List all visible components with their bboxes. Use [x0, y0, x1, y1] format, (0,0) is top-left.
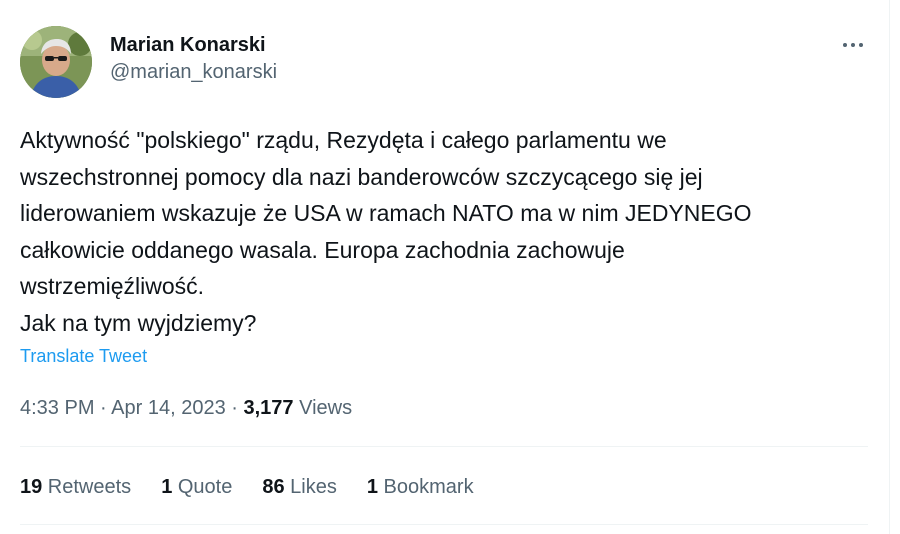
right-border — [889, 0, 890, 534]
user-handle[interactable]: @marian_konarski — [110, 60, 277, 84]
profile-photo-icon — [20, 26, 92, 98]
avatar[interactable] — [20, 26, 92, 98]
display-name[interactable]: Marian Konarski — [110, 33, 277, 57]
views-count: 3,177 — [243, 397, 294, 419]
bookmarks-count: 1 — [366, 476, 378, 498]
more-horizontal-icon-dot — [859, 43, 863, 47]
divider-bottom — [20, 524, 868, 525]
retweets-label: Retweets — [42, 476, 132, 498]
tweet-header: Marian Konarski @marian_konarski — [20, 26, 870, 98]
retweets-stat[interactable]: 19 Retweets — [20, 474, 131, 500]
more-horizontal-icon — [843, 43, 847, 47]
bookmarks-stat[interactable]: 1 Bookmark — [367, 474, 474, 500]
likes-label: Likes — [284, 476, 337, 498]
likes-stat[interactable]: 86 Likes — [262, 474, 337, 500]
meta-separator: · — [225, 397, 244, 419]
tweet-stats: 19 Retweets 1 Quote 86 Likes 1 Bookmark — [20, 474, 504, 500]
likes-count: 86 — [262, 476, 285, 498]
tweet-date[interactable]: Apr 14, 2023 — [111, 397, 226, 419]
views-label: Views — [293, 397, 353, 419]
meta-separator: · — [94, 397, 112, 419]
tweet-text: Aktywność "polskiego" rządu, Rezydęta i … — [20, 127, 752, 336]
more-horizontal-icon-dot — [851, 43, 855, 47]
tweet-time[interactable]: 4:33 PM — [20, 397, 94, 419]
divider-top — [20, 446, 868, 447]
tweet-meta: 4:33 PM · Apr 14, 2023 · 3,177 Views — [20, 395, 352, 421]
quotes-stat[interactable]: 1 Quote — [161, 474, 232, 500]
quotes-label: Quote — [172, 476, 233, 498]
user-info: Marian Konarski @marian_konarski — [110, 33, 277, 84]
quotes-count: 1 — [161, 476, 173, 498]
bookmarks-label: Bookmark — [377, 476, 474, 498]
translate-tweet-link[interactable]: Translate Tweet — [20, 344, 147, 368]
retweets-count: 19 — [20, 476, 43, 498]
more-options-button[interactable] — [836, 30, 870, 60]
